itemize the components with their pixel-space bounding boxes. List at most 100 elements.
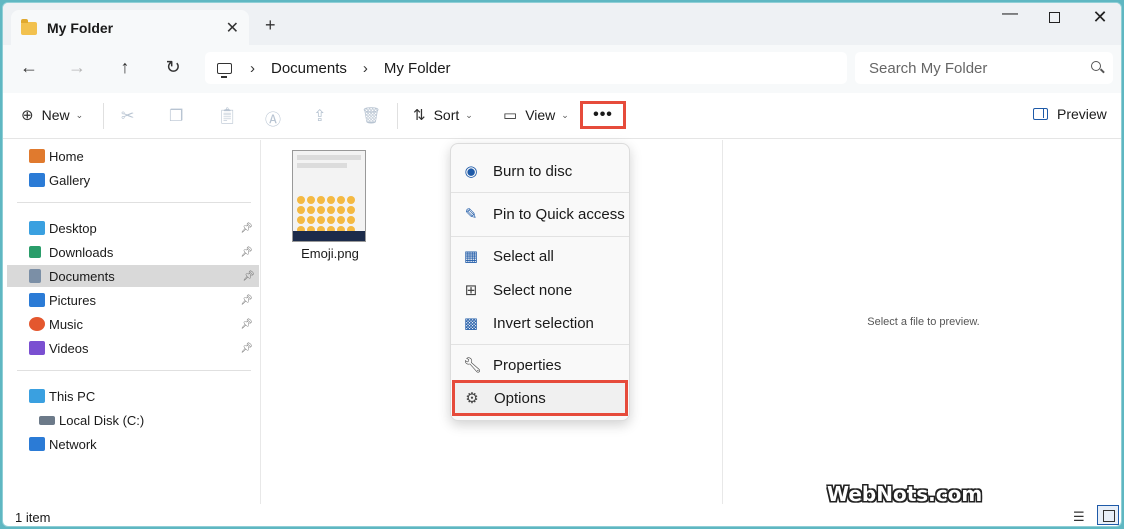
sort-button[interactable]: ⇅ Sort ⌄	[413, 106, 473, 124]
menu-item-label: Options	[494, 389, 546, 407]
refresh-button[interactable]: ↻	[161, 57, 185, 78]
sort-icon: ⇅	[413, 107, 426, 124]
sidebar-item-local-disk[interactable]: Local Disk (C:)	[39, 409, 267, 431]
menu-item-select-all[interactable]: ▦ Select all	[455, 241, 625, 271]
sidebar-item-documents[interactable]: Documents 📌︎	[7, 265, 259, 287]
file-thumbnail[interactable]	[292, 150, 366, 242]
file-name[interactable]: Emoji.png	[288, 246, 372, 261]
tiles-view-icon[interactable]	[1097, 505, 1119, 525]
monitor-icon: ▭	[503, 107, 518, 124]
rename-icon[interactable]: Ⓐ	[265, 106, 281, 130]
chevron-down-icon: ⌄	[75, 109, 84, 120]
menu-separator	[451, 192, 629, 193]
command-bar: ⊕ New ⌄ ✂ ❐ 📋︎ Ⓐ ⇪ 🗑︎ ⇅ Sort ⌄ ▭ View ⌄ …	[3, 93, 1121, 139]
sidebar-item-label: This PC	[49, 388, 96, 404]
thumbnail-taskbar	[293, 231, 365, 241]
forward-button[interactable]: →	[65, 57, 89, 78]
delete-icon[interactable]: 🗑︎	[361, 106, 381, 126]
network-icon	[29, 437, 45, 451]
sidebar-item-label: Videos	[49, 340, 89, 356]
sidebar-item-pictures[interactable]: Pictures 📌︎	[29, 289, 257, 311]
sidebar-item-label: Music	[49, 316, 83, 332]
menu-item-label: Invert selection	[493, 314, 594, 332]
item-count: 1 item	[15, 510, 51, 525]
pin-icon[interactable]: 📌︎	[240, 343, 253, 354]
menu-item-label: Select none	[493, 281, 573, 299]
select-none-icon: ⊞	[464, 282, 478, 299]
computer-icon	[217, 62, 232, 78]
copy-icon[interactable]: ❐	[169, 106, 183, 126]
new-button[interactable]: ⊕ New ⌄	[21, 106, 83, 124]
details-view-icon[interactable]: ☰	[1073, 509, 1085, 525]
view-button[interactable]: ▭ View ⌄	[503, 106, 569, 124]
documents-icon	[29, 269, 41, 283]
menu-item-label: Select all	[493, 247, 554, 265]
search-icon[interactable]	[1091, 61, 1101, 71]
desktop-icon	[29, 221, 45, 235]
cut-icon[interactable]: ✂	[121, 106, 134, 126]
sidebar-item-gallery[interactable]: Gallery	[29, 169, 257, 191]
music-icon	[29, 317, 45, 331]
sidebar-item-label: Network	[49, 436, 97, 452]
maximize-button[interactable]	[1039, 9, 1069, 28]
preview-pane-button[interactable]: Preview	[1033, 106, 1107, 122]
address-bar[interactable]: › Documents › My Folder	[205, 52, 847, 84]
breadcrumb-separator[interactable]: ›	[363, 60, 368, 77]
menu-item-select-none[interactable]: ⊞ Select none	[455, 275, 625, 305]
share-icon[interactable]: ⇪	[313, 106, 326, 126]
pin-icon[interactable]: 📌︎	[240, 319, 253, 330]
invert-selection-icon: ▩	[463, 315, 479, 332]
pin-icon[interactable]: 📌︎	[240, 247, 253, 258]
breadcrumb-separator[interactable]: ›	[250, 60, 255, 77]
menu-item-options[interactable]: ⚙ Options	[452, 380, 628, 416]
tab-my-folder[interactable]: My Folder ✕	[11, 10, 249, 46]
sidebar-item-home[interactable]: Home	[29, 145, 257, 167]
search-input[interactable]	[869, 59, 1069, 77]
view-label: View	[525, 107, 556, 123]
pin-icon[interactable]: 📌︎	[240, 223, 253, 234]
pictures-icon	[29, 293, 45, 307]
back-button[interactable]: ←	[17, 57, 41, 78]
sidebar-item-desktop[interactable]: Desktop 📌︎	[29, 217, 257, 239]
menu-item-label: Pin to Quick access	[493, 205, 625, 223]
menu-item-pin-to-quick-access[interactable]: ✎ Pin to Quick access	[455, 199, 625, 229]
search-box[interactable]	[855, 52, 1113, 84]
see-more-button[interactable]: •••	[580, 101, 626, 129]
sidebar-item-label: Pictures	[49, 292, 96, 308]
minimize-button[interactable]: —	[995, 5, 1025, 23]
menu-item-label: Burn to disc	[493, 162, 573, 180]
sidebar-item-label: Desktop	[49, 220, 97, 236]
pin-icon[interactable]: 📌︎	[242, 271, 255, 282]
sidebar-item-this-pc[interactable]: This PC	[29, 385, 257, 407]
close-tab-icon[interactable]: ✕	[226, 18, 239, 38]
menu-item-invert-selection[interactable]: ▩ Invert selection	[455, 308, 625, 338]
sort-label: Sort	[433, 107, 460, 123]
menu-item-properties[interactable]: 🔧︎ Properties	[455, 350, 625, 380]
file-explorer-window: My Folder ✕ + — ✕ ← → ↑ ↻ › Documents › …	[2, 2, 1122, 527]
menu-separator	[451, 344, 629, 345]
menu-item-burn-to-disc[interactable]: ◉ Burn to disc	[455, 156, 625, 186]
close-window-button[interactable]: ✕	[1085, 7, 1115, 28]
sidebar-item-network[interactable]: Network	[29, 433, 257, 455]
sidebar-item-videos[interactable]: Videos 📌︎	[29, 337, 257, 359]
preview-message: Select a file to preview.	[867, 316, 980, 328]
toolbar-divider	[397, 103, 398, 129]
select-all-icon: ▦	[463, 248, 479, 265]
navigation-pane: Home Gallery Desktop 📌︎ Downloads 📌︎ Doc…	[3, 140, 261, 504]
chevron-down-icon: ⌄	[561, 109, 569, 120]
sidebar-divider	[17, 370, 251, 371]
new-tab-button[interactable]: +	[265, 15, 276, 36]
breadcrumb-my-folder[interactable]: My Folder	[384, 60, 451, 77]
breadcrumb-documents[interactable]: Documents	[271, 60, 347, 77]
paste-icon[interactable]: 📋︎	[217, 106, 237, 126]
sidebar-item-music[interactable]: Music 📌︎	[29, 313, 257, 335]
sidebar-item-downloads[interactable]: Downloads 📌︎	[29, 241, 257, 263]
maximize-icon	[1048, 12, 1060, 23]
menu-separator	[451, 236, 629, 237]
wrench-icon: 🔧︎	[463, 357, 483, 374]
preview-label: Preview	[1057, 106, 1107, 122]
pin-icon[interactable]: 📌︎	[240, 295, 253, 306]
home-icon	[29, 149, 45, 163]
plus-circle-icon: ⊕	[21, 107, 34, 124]
up-button[interactable]: ↑	[113, 57, 137, 78]
